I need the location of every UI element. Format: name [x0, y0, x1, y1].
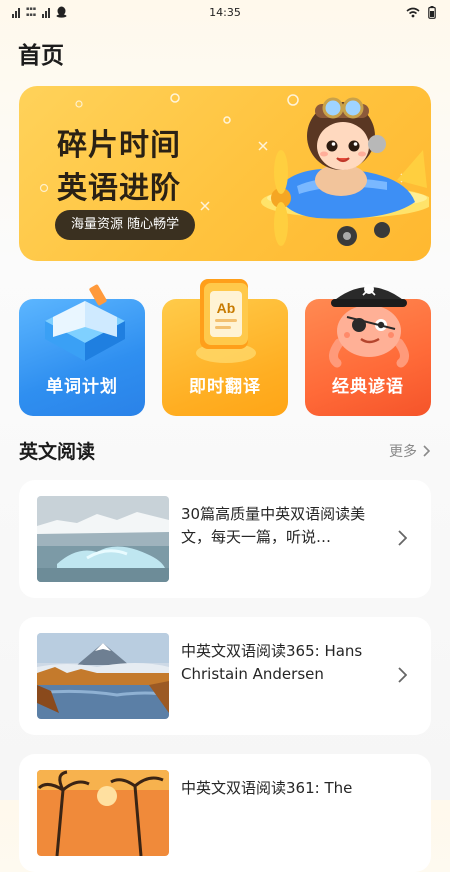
- battery-icon: [428, 6, 436, 19]
- glacier-lake-image: [37, 496, 169, 582]
- translate-card-icon: Ab: [196, 279, 256, 363]
- reading-card[interactable]: 30篇高质量中英双语阅读美文，每天一篇，听说…: [19, 480, 431, 598]
- feature-classic-proverbs[interactable]: 经典谚语: [305, 282, 431, 416]
- page-title: 首页: [18, 43, 64, 69]
- feature-instant-translate[interactable]: Ab 即时翻译: [162, 279, 288, 416]
- feature-label: 单词计划: [46, 377, 118, 397]
- pirate-octopus-icon: [329, 282, 409, 368]
- status-time: 14:35: [209, 6, 241, 19]
- more-label: 更多: [389, 444, 417, 460]
- chevron-right-icon: [423, 445, 430, 457]
- mountain-lake-image: [37, 633, 169, 719]
- palm-sunset-image: [37, 770, 169, 856]
- feature-label: 经典谚语: [332, 377, 404, 397]
- feature-word-plan[interactable]: 单词计划: [19, 284, 145, 416]
- status-right: [406, 6, 436, 19]
- wifi-icon: [406, 7, 420, 18]
- feature-label: 即时翻译: [189, 377, 261, 397]
- reading-card[interactable]: 中英文双语阅读365: Hans Christain Andersen: [19, 617, 431, 735]
- banner-headline-1: 碎片时间: [57, 128, 181, 163]
- promo-banner[interactable]: 碎片时间 英语进阶 海量资源 随心畅学: [19, 86, 431, 261]
- reading-title: 中英文双语阅读365: Hans Christain Andersen: [181, 642, 363, 683]
- banner-slogan-pill: 海量资源 随心畅学: [55, 210, 196, 240]
- section-title-english-reading: 英文阅读: [19, 441, 96, 463]
- reading-title: 30篇高质量中英双语阅读美文，每天一篇，听说…: [181, 505, 366, 546]
- status-bar: ▪▪▪ ▪▪▪ 14:35: [0, 0, 450, 26]
- chevron-right-icon: [398, 530, 407, 546]
- chevron-right-icon: [398, 667, 407, 683]
- book-icon: [45, 284, 125, 361]
- more-link[interactable]: 更多: [389, 441, 430, 461]
- reading-title: 中英文双语阅读361: The: [181, 779, 353, 797]
- svg-text:Ab: Ab: [217, 300, 236, 316]
- pilot-kid-airplane-icon: [261, 97, 429, 246]
- banner-headline-2: 英语进阶: [57, 171, 181, 206]
- reading-card[interactable]: 中英文双语阅读361: The: [19, 754, 431, 872]
